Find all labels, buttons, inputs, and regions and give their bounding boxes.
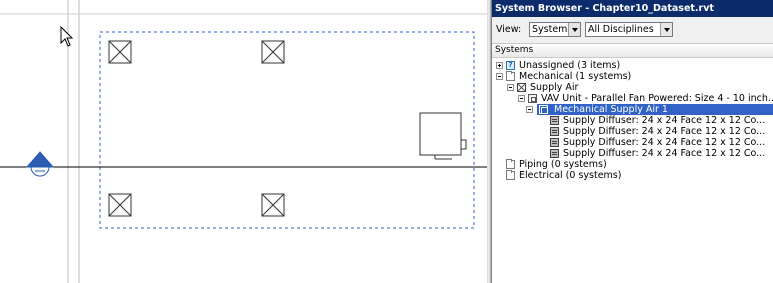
collapse-icon[interactable] bbox=[518, 95, 525, 102]
vav-unit[interactable] bbox=[419, 112, 467, 160]
tree-item-label: VAV Unit - Parallel Fan Powered: Size 4 … bbox=[541, 93, 773, 104]
tree-item-label: Supply Air bbox=[530, 82, 579, 93]
view-dropdown[interactable]: Systems bbox=[529, 22, 581, 37]
tree-item-label: Unassigned (3 items) bbox=[519, 60, 621, 71]
diff-icon bbox=[550, 138, 559, 147]
tree-item-label: Electrical (0 systems) bbox=[519, 170, 622, 181]
discipline-dropdown[interactable]: All Disciplines bbox=[585, 22, 673, 37]
panel-title[interactable]: System Browser - Chapter10_Dataset.rvt bbox=[492, 0, 773, 17]
sys-icon bbox=[539, 105, 548, 114]
tree-item[interactable]: Electrical (0 systems) bbox=[492, 170, 773, 181]
diff-icon bbox=[550, 149, 559, 158]
tree-item[interactable]: Supply Diffuser: 24 x 24 Face 12 x 12 Co… bbox=[492, 137, 773, 148]
drawing-canvas[interactable] bbox=[0, 0, 487, 283]
folder-icon bbox=[506, 71, 515, 81]
tree-item[interactable]: Mechanical (1 systems) bbox=[492, 71, 773, 82]
chevron-down-icon[interactable] bbox=[568, 23, 580, 36]
supply-diffuser[interactable] bbox=[261, 40, 285, 64]
tree-item-label: Supply Diffuser: 24 x 24 Face 12 x 12 Co… bbox=[563, 126, 766, 137]
mouse-cursor-icon bbox=[60, 25, 74, 47]
equip-icon bbox=[528, 94, 537, 103]
tree-item[interactable]: Mechanical Supply Air 1 bbox=[526, 104, 773, 115]
view-label: View: bbox=[496, 24, 522, 35]
tree-item[interactable]: Piping (0 systems) bbox=[492, 159, 773, 170]
collapse-icon[interactable] bbox=[507, 84, 514, 91]
unknown-icon: ? bbox=[506, 61, 515, 70]
expand-icon[interactable] bbox=[496, 62, 503, 69]
tree-item[interactable]: Supply Diffuser: 24 x 24 Face 12 x 12 Co… bbox=[492, 126, 773, 137]
tree-item-label: Supply Diffuser: 24 x 24 Face 12 x 12 Co… bbox=[563, 137, 766, 148]
tree-item-label: Mechanical Supply Air 1 bbox=[551, 104, 671, 115]
collapse-icon[interactable] bbox=[526, 106, 533, 113]
view-toolbar: View: Systems All Disciplines bbox=[492, 17, 773, 43]
tree-item[interactable]: Supply Diffuser: 24 x 24 Face 12 x 12 Co… bbox=[492, 115, 773, 126]
tree-item-label: Supply Diffuser: 24 x 24 Face 12 x 12 Co… bbox=[563, 148, 766, 159]
collapse-icon[interactable] bbox=[496, 73, 503, 80]
chevron-down-icon[interactable] bbox=[660, 23, 672, 36]
supply-diffuser[interactable] bbox=[108, 40, 132, 64]
tree-item-label: Piping (0 systems) bbox=[519, 159, 607, 170]
supply-diffuser[interactable] bbox=[261, 193, 285, 217]
tree-item[interactable]: ? Unassigned (3 items) bbox=[492, 60, 773, 71]
xbox-icon bbox=[517, 83, 526, 92]
discipline-dropdown-value: All Disciplines bbox=[588, 24, 654, 35]
tree-item-label: Supply Diffuser: 24 x 24 Face 12 x 12 Co… bbox=[563, 115, 766, 126]
folder-icon bbox=[506, 159, 515, 169]
tree-item-label: Mechanical (1 systems) bbox=[519, 71, 632, 82]
diff-icon bbox=[550, 116, 559, 125]
supply-diffuser[interactable] bbox=[108, 193, 132, 217]
diff-icon bbox=[550, 127, 559, 136]
system-browser-panel: System Browser - Chapter10_Dataset.rvt V… bbox=[491, 0, 773, 283]
column-header-systems[interactable]: Systems bbox=[492, 43, 773, 58]
floor-plan[interactable] bbox=[0, 0, 487, 283]
tree-item[interactable]: Supply Diffuser: 24 x 24 Face 12 x 12 Co… bbox=[492, 148, 773, 159]
selection-box bbox=[99, 31, 475, 229]
folder-icon bbox=[506, 170, 515, 180]
level-head-icon[interactable] bbox=[25, 151, 55, 177]
tree-item[interactable]: VAV Unit - Parallel Fan Powered: Size 4 … bbox=[492, 93, 773, 104]
view-dropdown-value: Systems bbox=[532, 24, 573, 35]
tree-item[interactable]: Supply Air bbox=[492, 82, 773, 93]
